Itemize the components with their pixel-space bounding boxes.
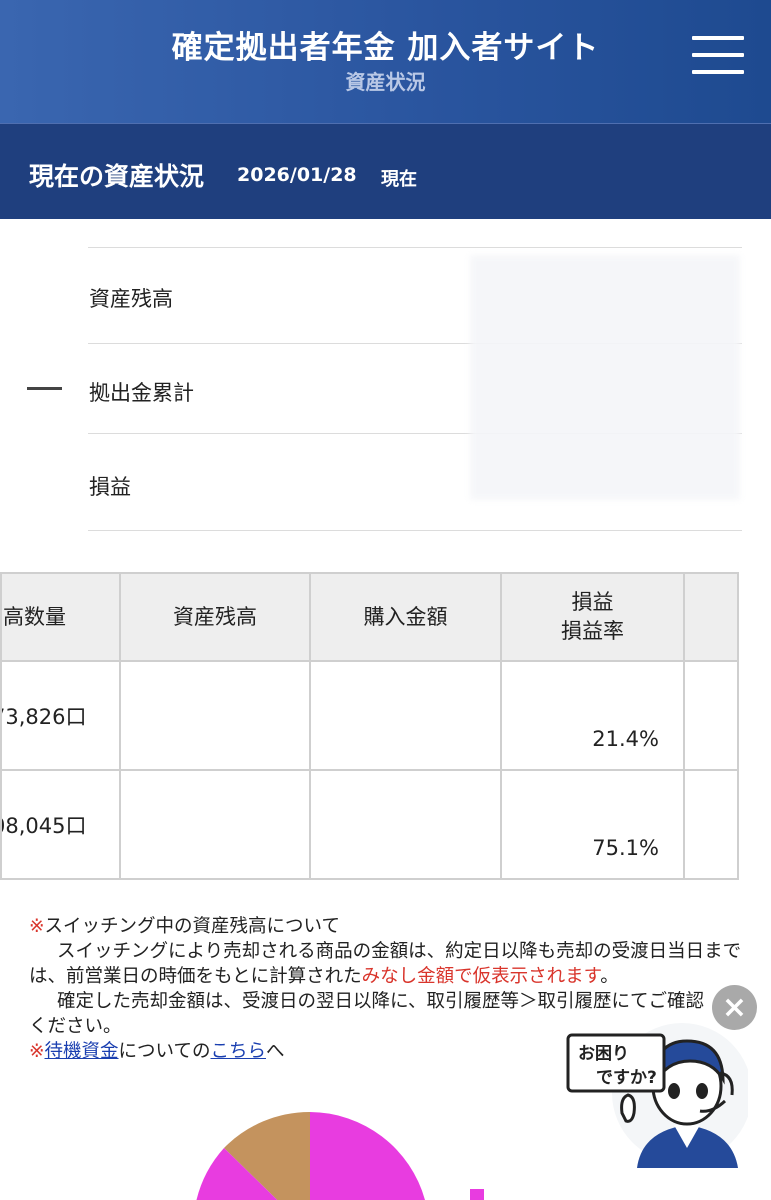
divider	[88, 530, 742, 531]
table-header-row: 高数量 資産残高 購入金額 損益 損益率	[0, 572, 739, 662]
app-root: 確定拠出者年金 加入者サイト 資産状況 現在の資産状況 2026/01/28 現…	[0, 0, 771, 1200]
agent-eye	[668, 1083, 680, 1099]
quantity-value: 73,826口	[1, 704, 87, 729]
menu-bar	[692, 36, 744, 40]
accordion-item-contribution[interactable]: 拠出金累計	[89, 377, 194, 407]
cell-balance	[119, 660, 311, 771]
minus-icon[interactable]	[27, 387, 62, 390]
note-text: 。	[600, 966, 619, 987]
agent-eye	[696, 1083, 708, 1099]
header-profit: 損益 損益率	[500, 572, 685, 662]
divider	[88, 247, 742, 248]
cell-purchase	[309, 769, 502, 880]
header-profit-rate-label: 損益率	[561, 619, 624, 643]
cell-balance	[119, 769, 311, 880]
pie-legend	[470, 1188, 490, 1200]
legend-swatch	[470, 1189, 484, 1200]
allocation-pie-chart	[196, 1112, 425, 1200]
header-quantity: 高数量	[0, 572, 121, 662]
switching-note-title: ※スイッチング中の資産残高について	[29, 914, 744, 939]
page-subtitle: 資産状況	[345, 70, 426, 94]
menu-bar	[692, 70, 744, 74]
bubble-line-1: お困り	[578, 1044, 629, 1064]
switching-note-body: スイッチングにより売却される商品の金額は、約定日以降も売却の受渡日当日までは、前…	[29, 939, 744, 989]
app-title: 確定拠出者年金 加入者サイト	[171, 30, 600, 66]
table-row: 08,045口 75.1%	[0, 769, 739, 880]
hamburger-menu-icon[interactable]	[692, 36, 744, 76]
status-bar: 現在の資産状況 2026/01/28 現在	[0, 123, 771, 219]
cell-quantity: 73,826口	[0, 660, 121, 771]
cell-extra	[683, 769, 739, 880]
agent-hand	[620, 1093, 636, 1123]
help-chat-widget[interactable]: お困り ですか?	[562, 1013, 748, 1168]
here-link[interactable]: こちら	[210, 1041, 266, 1062]
accordion-item-profit[interactable]: 損益	[89, 471, 131, 501]
bubble-line-2: ですか?	[596, 1068, 657, 1088]
cell-quantity: 08,045口	[0, 769, 121, 880]
note-text: についての	[118, 1041, 211, 1062]
quantity-value: 08,045口	[1, 813, 87, 838]
status-title: 現在の資産状況	[29, 162, 205, 191]
cell-purchase	[309, 660, 502, 771]
note-highlight: みなし金額で仮表示されます	[361, 966, 601, 987]
header-balance: 資産残高	[119, 572, 311, 662]
note-text: へ	[266, 1041, 285, 1062]
waiting-fund-link[interactable]: 待機資金	[45, 1041, 119, 1062]
redacted-values	[470, 255, 740, 500]
note-mark: ※	[29, 916, 45, 937]
cell-profit-rate: 75.1%	[500, 769, 685, 880]
menu-bar	[692, 53, 744, 57]
accordion-item-balance[interactable]: 資産残高	[89, 283, 173, 313]
header-purchase: 購入金額	[309, 572, 502, 662]
cell-extra	[683, 660, 739, 771]
top-header: 確定拠出者年金 加入者サイト 資産状況	[0, 0, 771, 123]
holdings-table: 高数量 資産残高 購入金額 損益 損益率 73,826口 21.4% 08,04…	[0, 572, 739, 880]
cell-profit-rate: 21.4%	[500, 660, 685, 771]
header-extra	[683, 572, 739, 662]
switching-title-text: スイッチング中の資産残高について	[44, 916, 340, 937]
header-profit-label: 損益	[571, 590, 614, 614]
table-row: 73,826口 21.4%	[0, 660, 739, 771]
note-mark: ※	[29, 1041, 45, 1062]
status-suffix: 現在	[381, 169, 417, 190]
pie-slice-magenta	[310, 1112, 425, 1200]
close-icon[interactable]: ×	[712, 985, 757, 1030]
status-date: 2026/01/28	[237, 164, 357, 186]
